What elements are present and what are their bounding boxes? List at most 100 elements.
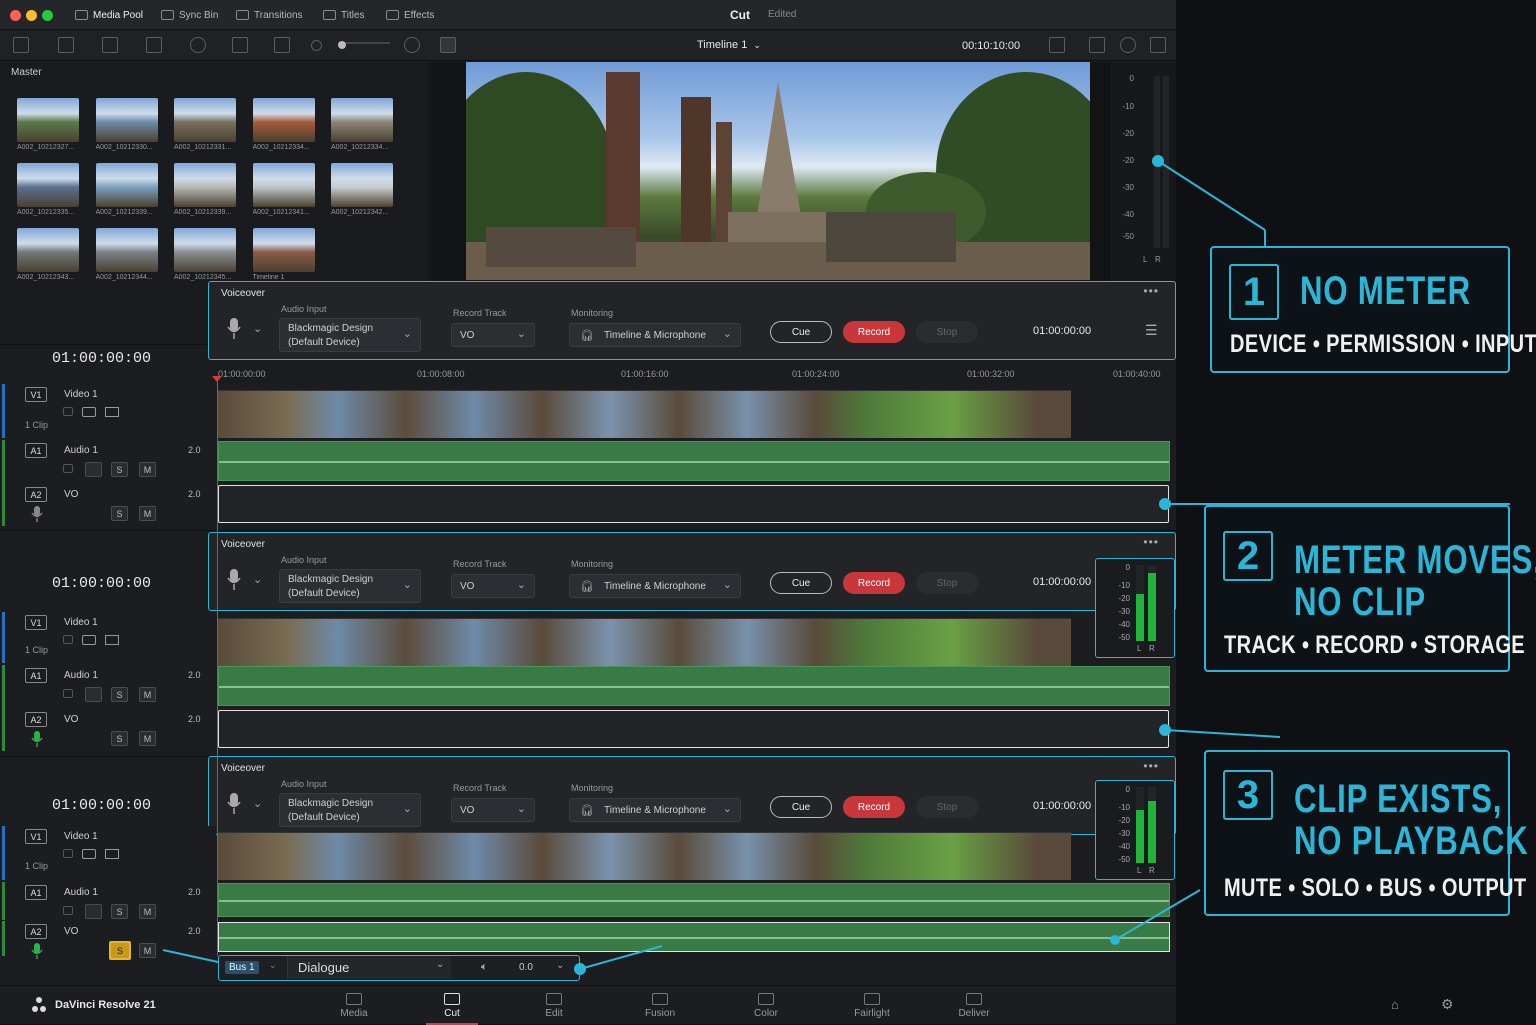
chevron-down-icon[interactable]: ⌄ bbox=[556, 960, 564, 971]
record-button[interactable]: Record bbox=[843, 572, 905, 594]
filmstrip-icon[interactable] bbox=[105, 407, 119, 417]
bus-name-dropdown[interactable]: Dialogue ⌄ bbox=[287, 956, 451, 979]
lock-icon[interactable] bbox=[63, 849, 73, 858]
zoom-window-button[interactable] bbox=[42, 10, 53, 21]
record-button[interactable]: Record bbox=[843, 321, 905, 343]
microphone-icon[interactable] bbox=[227, 569, 241, 591]
clip-thumbnail[interactable] bbox=[174, 98, 236, 142]
empty-record-track[interactable] bbox=[218, 710, 1169, 748]
more-icon[interactable] bbox=[1150, 37, 1166, 53]
monitor-toggle[interactable] bbox=[85, 687, 102, 702]
clip-thumbnail[interactable] bbox=[17, 228, 79, 272]
transitions-button[interactable]: Transitions bbox=[236, 7, 303, 23]
clip-thumbnail[interactable] bbox=[95, 98, 158, 142]
nav-color[interactable]: Color bbox=[726, 986, 806, 1025]
stop-button[interactable]: Stop bbox=[916, 796, 978, 818]
solo-button[interactable]: S bbox=[111, 904, 128, 919]
nav-cut[interactable]: Cut bbox=[412, 986, 492, 1025]
lock-icon[interactable] bbox=[63, 689, 73, 698]
cue-button[interactable]: Cue bbox=[770, 572, 832, 594]
record-button[interactable]: Record bbox=[843, 796, 905, 818]
sync-bin-button[interactable]: Sync Bin bbox=[161, 7, 218, 23]
more-options-icon[interactable]: ••• bbox=[1143, 535, 1159, 549]
zoom-out-icon[interactable] bbox=[311, 40, 322, 51]
track-tag-a1[interactable]: A1 bbox=[25, 443, 47, 458]
mute-button[interactable]: M bbox=[139, 506, 156, 521]
record-track-dropdown[interactable]: VO ⌄ bbox=[451, 798, 535, 822]
viewer-mode-icon[interactable] bbox=[1049, 37, 1065, 53]
solo-button[interactable]: S bbox=[111, 687, 128, 702]
microphone-icon[interactable] bbox=[227, 793, 241, 815]
voiceover-clip[interactable] bbox=[218, 922, 1170, 952]
lock-icon[interactable] bbox=[63, 407, 73, 416]
slider-handle[interactable] bbox=[338, 41, 346, 49]
track-tag-a2[interactable]: A2 bbox=[25, 924, 47, 939]
nav-media[interactable]: Media bbox=[314, 986, 394, 1025]
chevron-down-icon[interactable]: ⌄ bbox=[269, 960, 277, 971]
filmstrip-icon[interactable] bbox=[105, 635, 119, 645]
audio-icon[interactable] bbox=[1120, 37, 1136, 53]
clip-thumbnail[interactable] bbox=[331, 163, 393, 207]
audio-clip[interactable] bbox=[218, 441, 1170, 481]
monitor-toggle[interactable] bbox=[85, 904, 102, 919]
mute-button[interactable]: M bbox=[139, 687, 156, 702]
search-icon[interactable] bbox=[404, 37, 420, 53]
track-tag-a1[interactable]: A1 bbox=[25, 885, 47, 900]
lock-icon[interactable] bbox=[63, 464, 73, 473]
camera-icon[interactable] bbox=[232, 37, 248, 53]
clip-thumbnail[interactable] bbox=[17, 98, 79, 142]
audio-clip[interactable] bbox=[218, 666, 1170, 706]
lock-icon[interactable] bbox=[63, 906, 73, 915]
mute-button[interactable]: M bbox=[139, 943, 156, 958]
clip-thumbnail[interactable] bbox=[174, 228, 236, 272]
audio-clip[interactable] bbox=[218, 883, 1170, 917]
monitor-icon[interactable] bbox=[82, 407, 96, 417]
solo-button[interactable]: S bbox=[111, 506, 128, 521]
empty-record-track[interactable] bbox=[218, 485, 1169, 523]
menu-icon[interactable]: ☰ bbox=[1145, 322, 1158, 339]
solo-button[interactable]: S bbox=[109, 941, 131, 960]
nav-fusion[interactable]: Fusion bbox=[620, 986, 700, 1025]
video-clip[interactable] bbox=[218, 390, 1071, 438]
clip-thumbnail[interactable] bbox=[252, 228, 315, 272]
track-tag-a2[interactable]: A2 bbox=[25, 712, 47, 727]
audio-input-dropdown[interactable]: Blackmagic Design (Default Device) ⌄ bbox=[279, 569, 421, 603]
more-options-icon[interactable]: ••• bbox=[1143, 759, 1159, 773]
clip-thumbnail[interactable] bbox=[95, 228, 158, 272]
titles-button[interactable]: Titles bbox=[323, 7, 365, 23]
nav-edit[interactable]: Edit bbox=[514, 986, 594, 1025]
sort-icon[interactable] bbox=[58, 37, 74, 53]
microphone-icon[interactable] bbox=[31, 506, 43, 522]
video-clip[interactable] bbox=[218, 618, 1071, 666]
nav-fairlight[interactable]: Fairlight bbox=[832, 986, 912, 1025]
home-icon[interactable]: ⌂ bbox=[1391, 997, 1399, 1012]
clip-thumbnail[interactable] bbox=[17, 163, 79, 207]
more-options-icon[interactable]: ••• bbox=[1143, 284, 1159, 298]
stop-button[interactable]: Stop bbox=[916, 572, 978, 594]
mute-button[interactable]: M bbox=[139, 731, 156, 746]
viewer-layout-icon[interactable] bbox=[440, 37, 456, 53]
mute-button[interactable]: M bbox=[139, 462, 156, 477]
audio-input-dropdown[interactable]: Blackmagic Design (Default Device) ⌄ bbox=[279, 793, 421, 827]
filmstrip-icon[interactable] bbox=[274, 37, 290, 53]
chevron-down-icon[interactable]: ⌄ bbox=[253, 797, 262, 810]
safe-area-icon[interactable] bbox=[1089, 37, 1105, 53]
import-media-icon[interactable] bbox=[102, 37, 118, 53]
media-pool-button[interactable]: Media Pool bbox=[75, 7, 143, 23]
record-track-dropdown[interactable]: VO ⌄ bbox=[451, 323, 535, 347]
clip-thumbnail[interactable] bbox=[252, 163, 315, 207]
chevron-down-icon[interactable]: ⌄ bbox=[253, 573, 262, 586]
filmstrip-icon[interactable] bbox=[105, 849, 119, 859]
cue-button[interactable]: Cue bbox=[770, 796, 832, 818]
track-tag-a2[interactable]: A2 bbox=[25, 487, 47, 502]
stop-button[interactable]: Stop bbox=[916, 321, 978, 343]
timeline-selector[interactable]: Timeline 1 ⌄ bbox=[697, 39, 761, 51]
playhead[interactable] bbox=[217, 378, 218, 956]
microphone-icon[interactable] bbox=[31, 731, 43, 747]
track-tag-v1[interactable]: V1 bbox=[25, 615, 47, 630]
audio-input-dropdown[interactable]: Blackmagic Design (Default Device) ⌄ bbox=[279, 318, 421, 352]
import-folder-icon[interactable] bbox=[146, 37, 162, 53]
video-clip[interactable] bbox=[218, 832, 1071, 880]
solo-button[interactable]: S bbox=[111, 462, 128, 477]
gear-icon[interactable]: ⚙ bbox=[1441, 996, 1454, 1013]
